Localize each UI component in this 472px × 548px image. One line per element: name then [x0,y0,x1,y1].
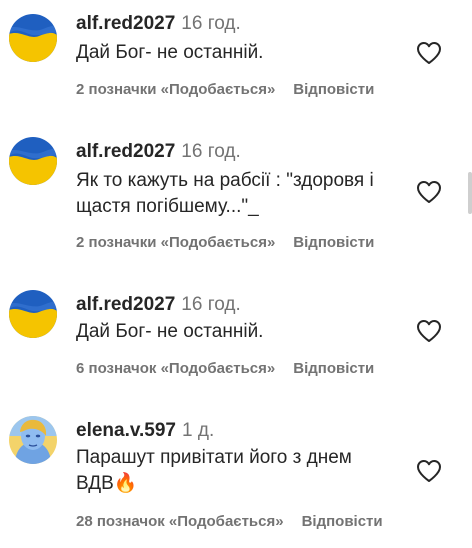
username-link[interactable]: elena.v.597 [76,420,176,441]
comment-header: elena.v.597 1 д. [76,419,214,443]
heart-outline-icon [417,181,441,203]
likes-count-link[interactable]: 2 позначки «Подобається» [76,81,275,98]
likes-count-link[interactable]: 2 позначки «Подобається» [76,234,275,251]
comment-header: alf.red2027 16 год. [76,293,241,317]
comment-item: alf.red2027 16 год. Як то кажуть на рабсі… [0,137,472,260]
comment-meta: 6 позначок «Подобається» Відповісти [76,359,374,379]
username-link[interactable]: alf.red2027 [76,13,175,34]
comment-time: 1 д. [182,420,215,441]
comment-time: 16 год. [181,294,241,315]
comment-time: 16 год. [181,13,241,34]
reply-button[interactable]: Відповісти [302,513,383,530]
comment-item: elena.v.597 1 д. Парашут привітати його з… [0,416,472,544]
like-button[interactable] [416,180,442,204]
username-link[interactable]: alf.red2027 [76,294,175,315]
heart-outline-icon [417,42,441,64]
likes-count-link[interactable]: 6 позначок «Подобається» [76,360,275,377]
comment-meta: 2 позначки «Подобається» Відповісти [76,80,374,100]
comment-time: 16 год. [181,141,241,162]
like-button[interactable] [416,459,442,483]
like-button[interactable] [416,319,442,343]
ukrainian-flag-avatar-icon [9,14,57,62]
reply-button[interactable]: Відповісти [293,234,374,251]
reply-button[interactable]: Відповісти [293,360,374,377]
avatar[interactable] [9,416,57,464]
heart-outline-icon [417,460,441,482]
comment-text: Парашут привітати його з днем ВДВ🔥 [76,447,352,494]
ukrainian-flag-avatar-icon [9,137,57,185]
comment-item: alf.red2027 16 год. Дай Бог- не останній.… [0,290,472,393]
blue-yellow-portrait-avatar-icon [9,416,57,464]
comment-item: alf.red2027 16 год. Дай Бог- не останній.… [0,12,472,112]
comment-text: Як то кажуть на рабсії : "здоровя і щаст… [76,170,374,217]
comment-text: Дай Бог- не останній. [76,42,264,63]
avatar[interactable] [9,137,57,185]
scrollbar-thumb[interactable] [468,172,472,214]
comment-header: alf.red2027 16 год. [76,140,241,164]
reply-button[interactable]: Відповісти [293,81,374,98]
heart-outline-icon [417,320,441,342]
comment-meta: 2 позначки «Подобається» Відповісти [76,233,374,253]
comment-text: Дай Бог- не останній. [76,321,264,342]
avatar[interactable] [9,290,57,338]
likes-count-link[interactable]: 28 позначок «Подобається» [76,513,284,530]
comment-header: alf.red2027 16 год. [76,12,241,36]
avatar[interactable] [9,14,57,62]
comment-meta: 28 позначок «Подобається» Відповісти [76,512,383,532]
like-button[interactable] [416,41,442,65]
ukrainian-flag-avatar-icon [9,290,57,338]
username-link[interactable]: alf.red2027 [76,141,175,162]
